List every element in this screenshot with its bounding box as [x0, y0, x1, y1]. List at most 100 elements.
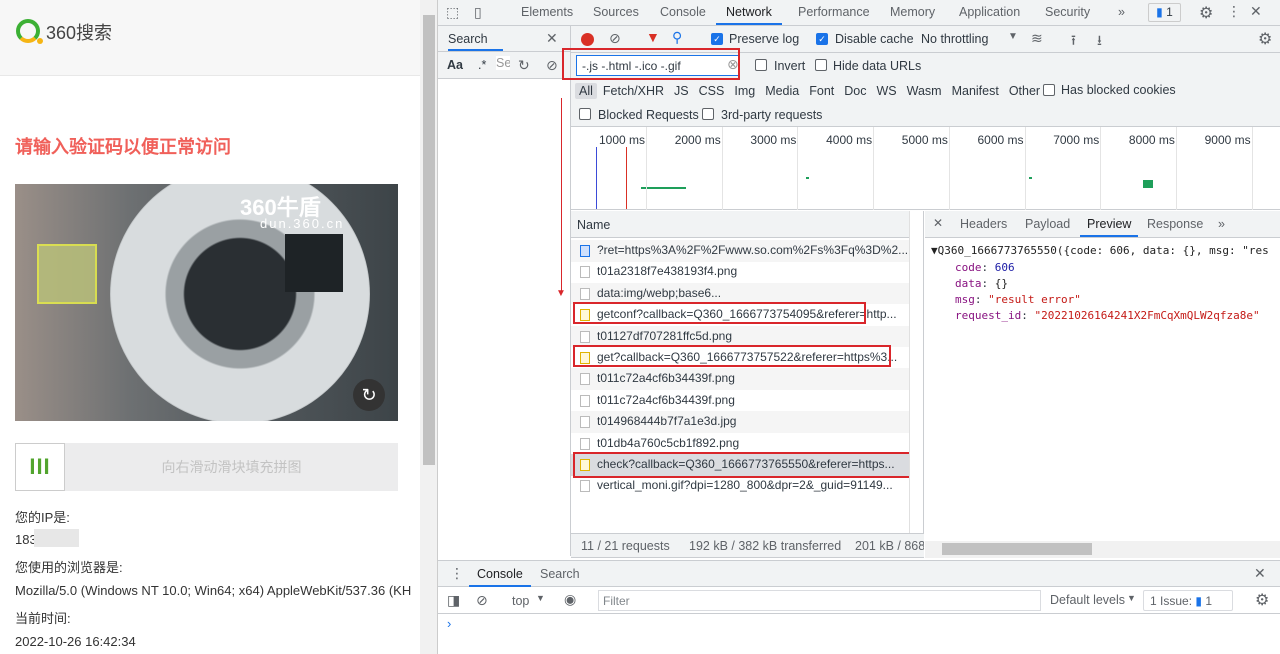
throttling-select[interactable]: No throttling	[921, 32, 988, 46]
sidebar-toggle-icon[interactable]: ◨	[447, 592, 460, 609]
more-tabs-icon[interactable]: »	[1118, 0, 1125, 25]
refresh-icon[interactable]: ↻	[353, 379, 385, 411]
third-party-checkbox[interactable]	[702, 108, 714, 120]
match-case-button[interactable]: Aa	[447, 58, 463, 72]
dropdown-arrow-icon[interactable]: ▼	[1008, 31, 1018, 42]
dropdown-arrow-icon[interactable]: ▼	[536, 593, 545, 603]
console-settings-icon[interactable]: ⚙	[1255, 590, 1269, 610]
preserve-log-label: Preserve log	[729, 32, 800, 46]
record-icon[interactable]	[581, 33, 594, 46]
search-icon[interactable]: ⚲	[672, 29, 682, 46]
disable-cache-checkbox[interactable]: ✓	[816, 33, 828, 45]
request-row[interactable]: t011c72a4cf6b34439f.png	[571, 368, 909, 390]
device-toggle-icon[interactable]: ▯	[474, 4, 482, 21]
detail-h-scrollbar[interactable]	[925, 541, 1280, 558]
type-filter-wasm[interactable]: Wasm	[903, 83, 946, 99]
tab-sources[interactable]: Sources	[593, 0, 639, 25]
type-filter-img[interactable]: Img	[730, 83, 759, 99]
dropdown-arrow-icon[interactable]: ▼	[1127, 593, 1136, 603]
request-row[interactable]: t01db4a760c5cb1f892.png	[571, 433, 909, 455]
tab-performance[interactable]: Performance	[798, 0, 870, 25]
request-row[interactable]: t01127df707281ffc5d.png	[571, 325, 909, 348]
export-har-icon[interactable]: ⭳	[1097, 30, 1102, 54]
timeline-overview[interactable]: 1000 ms 2000 ms 3000 ms 4000 ms 5000 ms 6000 …	[571, 127, 1280, 210]
clear-icon[interactable]: ⊘	[546, 57, 558, 74]
more-detail-tabs-icon[interactable]: »	[1218, 212, 1225, 237]
expand-triangle-icon[interactable]: ▼	[931, 244, 938, 257]
clear-console-icon[interactable]: ⊘	[476, 592, 488, 609]
tab-console[interactable]: Console	[660, 0, 706, 25]
type-filter-doc[interactable]: Doc	[840, 83, 870, 99]
drawer-tab-search[interactable]: Search	[540, 562, 580, 587]
slider-handle[interactable]: III	[15, 443, 65, 491]
page-scrollbar[interactable]	[420, 0, 438, 654]
close-devtools-icon[interactable]: ✕	[1250, 3, 1262, 20]
name-column-header[interactable]: Name	[577, 218, 610, 232]
tab-payload[interactable]: Payload	[1025, 212, 1070, 237]
type-filter-manifest[interactable]: Manifest	[948, 83, 1003, 99]
preview-summary[interactable]: ▼Q360_1666773765550({code: 606, data: {}…	[931, 244, 1269, 257]
settings-icon[interactable]: ⚙	[1199, 3, 1213, 23]
console-filter-input[interactable]: Filter	[598, 590, 1041, 611]
tab-application[interactable]: Application	[959, 0, 1020, 25]
regex-button[interactable]: .*	[478, 58, 486, 72]
scrollbar-thumb[interactable]	[942, 543, 1092, 555]
drawer-tab-console[interactable]: Console	[469, 562, 531, 587]
console-prompt[interactable]: ›	[447, 616, 451, 631]
type-filter-ws[interactable]: WS	[872, 83, 900, 99]
request-row[interactable]: ?ret=https%3A%2F%2Fwww.so.com%2Fs%3Fq%3D…	[571, 240, 909, 262]
issues-button[interactable]: 1 Issue: ▮ 1	[1143, 590, 1233, 611]
timeline-bar	[1029, 177, 1032, 179]
captcha-slider[interactable]: III 向右滑动滑块填充拼图	[15, 443, 398, 491]
filter-icon[interactable]: ▼	[646, 29, 660, 45]
type-filter-fetchxhr[interactable]: Fetch/XHR	[599, 83, 668, 99]
close-drawer-icon[interactable]: ✕	[1254, 565, 1266, 582]
clear-log-icon[interactable]: ⊘	[609, 30, 621, 47]
log-levels-select[interactable]: Default levels	[1050, 593, 1125, 607]
inspect-icon[interactable]: ⬚	[446, 4, 459, 21]
request-row[interactable]: t014968444b7f7a1e3d.jpg	[571, 411, 909, 433]
tab-memory[interactable]: Memory	[890, 0, 935, 25]
context-select[interactable]: top	[512, 594, 529, 608]
logo-text[interactable]: 360搜索	[46, 19, 112, 45]
timeline-tick: 6000 ms	[977, 133, 1024, 147]
request-row[interactable]: data:img/webp;base6...	[571, 282, 909, 305]
network-conditions-icon[interactable]: ≋	[1031, 30, 1043, 47]
import-har-icon[interactable]: ⭱	[1071, 30, 1076, 54]
request-row[interactable]: vertical_moni.gif?dpi=1280_800&dpr=2&_gu…	[571, 475, 909, 497]
live-expression-icon[interactable]: ◉	[564, 591, 576, 608]
type-filter-css[interactable]: CSS	[695, 83, 729, 99]
invert-checkbox[interactable]	[755, 59, 767, 71]
has-blocked-cookies-checkbox[interactable]	[1043, 84, 1055, 96]
more-menu-icon[interactable]: ⋮	[1227, 3, 1241, 20]
blocked-requests-checkbox[interactable]	[579, 108, 591, 120]
preserve-log-checkbox[interactable]: ✓	[711, 33, 723, 45]
issues-badge[interactable]: ▮ 1	[1148, 3, 1181, 22]
search-panel-input[interactable]: Se	[496, 56, 510, 70]
issue-icon: ▮	[1156, 5, 1163, 19]
type-filter-js[interactable]: JS	[670, 83, 693, 99]
tab-elements[interactable]: Elements	[521, 0, 573, 25]
request-row[interactable]: t011c72a4cf6b34439f.png	[571, 390, 909, 412]
timeline-tick: 7000 ms	[1053, 133, 1100, 147]
hide-data-urls-checkbox[interactable]	[815, 59, 827, 71]
search-panel-title[interactable]: Search	[448, 32, 503, 51]
list-scrollbar[interactable]	[909, 211, 923, 533]
type-filter-font[interactable]: Font	[805, 83, 838, 99]
drawer-menu-icon[interactable]: ⋮	[450, 565, 464, 582]
type-filter-all[interactable]: All	[575, 83, 597, 99]
tab-network[interactable]: Network	[716, 0, 782, 25]
network-settings-icon[interactable]: ⚙	[1258, 29, 1272, 49]
request-row[interactable]: t01a2318f7e438193f4.png	[571, 261, 909, 283]
tab-preview[interactable]: Preview	[1080, 212, 1139, 237]
tab-response[interactable]: Response	[1147, 212, 1203, 237]
close-detail-icon[interactable]: ✕	[933, 216, 943, 230]
tab-headers[interactable]: Headers	[960, 212, 1007, 237]
refresh-icon[interactable]: ↻	[518, 57, 530, 74]
close-search-icon[interactable]: ✕	[546, 30, 558, 47]
timeline-gridline	[1251, 127, 1253, 210]
tab-security[interactable]: Security	[1045, 0, 1090, 25]
scrollbar-thumb[interactable]	[423, 15, 435, 465]
type-filter-media[interactable]: Media	[761, 83, 803, 99]
type-filter-other[interactable]: Other	[1005, 83, 1044, 99]
